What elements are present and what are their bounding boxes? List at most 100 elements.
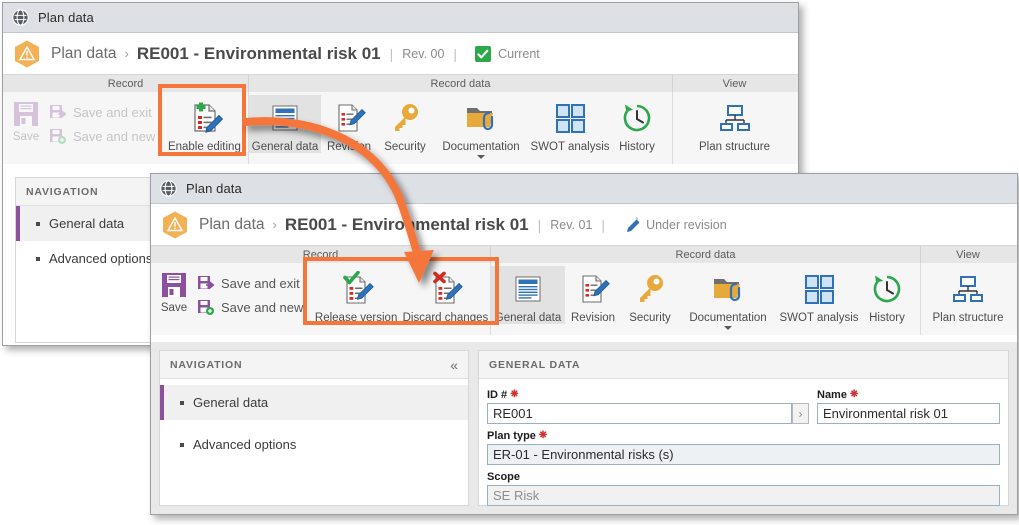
id-input-group: RE001 › bbox=[487, 403, 809, 424]
breadcrumb-separator-back: › bbox=[124, 46, 129, 61]
tab-plan-structure-front[interactable]: Plan structure bbox=[922, 266, 1014, 324]
plan-structure-icon-wrap bbox=[718, 98, 752, 138]
tab-plan-structure-back[interactable]: Plan structure bbox=[688, 95, 782, 153]
plan-type-input[interactable]: ER-01 - Environmental risks (s) bbox=[487, 444, 1000, 465]
tab-revision-label-back: Revision bbox=[326, 141, 372, 153]
sidebar-item-label-front-0: General data bbox=[193, 395, 269, 410]
document-pencil-icon bbox=[582, 275, 610, 303]
ribbon-group-view-front: Plan structure bbox=[921, 263, 1015, 335]
tab-documentation-label-back: Documentation bbox=[442, 141, 520, 153]
save-and-new-label-back: Save and new bbox=[73, 128, 156, 144]
id-label: ID # bbox=[487, 389, 508, 401]
chevron-down-icon[interactable] bbox=[477, 155, 485, 159]
tab-history-label-front: History bbox=[869, 312, 905, 324]
save-button-front[interactable]: Save bbox=[151, 270, 197, 314]
save-label-front: Save bbox=[160, 302, 188, 314]
required-marker-icon: ❋ bbox=[849, 389, 859, 400]
tab-plan-structure-label-back: Plan structure bbox=[699, 141, 770, 153]
sidebar-item-label-back-1: Advanced options bbox=[49, 251, 153, 266]
revision-label-front: Rev. 01 bbox=[550, 217, 593, 232]
tab-security-front[interactable]: Security bbox=[621, 266, 679, 324]
save-and-exit-label-back: Save and exit bbox=[73, 104, 152, 120]
save-button-back: Save bbox=[3, 99, 49, 143]
tab-general-data-back[interactable]: General data bbox=[249, 95, 321, 153]
tab-history-label-back: History bbox=[619, 141, 655, 153]
required-marker-icon: ❋ bbox=[538, 430, 548, 441]
form-row-id-name: ID # ❋ RE001 › Name ❋ Environmental risk… bbox=[487, 389, 1000, 424]
tab-documentation-front[interactable]: Documentation bbox=[679, 266, 777, 330]
discard-changes-label: Discard changes bbox=[402, 312, 489, 324]
four-squares-icon bbox=[556, 104, 585, 133]
name-input[interactable]: Environmental risk 01 bbox=[817, 403, 1000, 424]
org-chart-icon bbox=[719, 105, 750, 131]
general-data-form: ID # ❋ RE001 › Name ❋ Environmental risk… bbox=[479, 379, 1008, 506]
tab-security-back[interactable]: Security bbox=[377, 95, 433, 153]
save-new-icon bbox=[198, 300, 214, 315]
tab-history-back[interactable]: History bbox=[611, 95, 663, 153]
ribbon-group-record-data-front: General data Revision Security Documenta… bbox=[491, 263, 921, 335]
security-icon-wrap bbox=[388, 98, 422, 138]
navigation-header-front: NAVIGATION « bbox=[160, 351, 468, 379]
name-label: Name bbox=[817, 389, 847, 401]
save-and-new-button-front[interactable]: Save and new bbox=[197, 298, 303, 316]
ribbon-group-record-data-back: General data Revision Security Documenta… bbox=[249, 92, 673, 164]
enable-editing-label: Enable editing bbox=[167, 141, 241, 153]
security-icon-wrap bbox=[633, 269, 667, 309]
green-check-icon bbox=[475, 45, 492, 62]
group-header-record-data-front: Record data bbox=[491, 246, 921, 263]
ribbon-group-record-back: Save Save and exit Save and new Enable e… bbox=[3, 92, 249, 164]
discard-changes-button[interactable]: Discard changes bbox=[401, 266, 490, 324]
sidebar-item-advanced-options-front[interactable]: Advanced options bbox=[160, 427, 468, 462]
swot-icon-wrap bbox=[802, 269, 836, 309]
release-version-button[interactable]: Release version bbox=[315, 266, 397, 324]
tab-revision-front[interactable]: Revision bbox=[565, 266, 621, 324]
breadcrumb-pipe-back-2: | bbox=[453, 45, 458, 62]
navigation-title-back: NAVIGATION bbox=[26, 185, 99, 198]
tab-revision-back[interactable]: Revision bbox=[321, 95, 377, 153]
tab-swot-analysis-label-back: SWOT analysis bbox=[530, 141, 610, 153]
breadcrumb-separator-front: › bbox=[272, 217, 277, 232]
save-new-icon bbox=[50, 129, 66, 144]
tab-history-front[interactable]: History bbox=[861, 266, 913, 324]
document-lines-icon bbox=[272, 105, 298, 131]
document-x-pencil-icon bbox=[433, 271, 464, 304]
group-header-record-back: Record bbox=[3, 75, 249, 92]
ribbon-back: Record Record data View Save Save and ex… bbox=[3, 74, 798, 164]
four-squares-icon bbox=[805, 275, 834, 304]
window-back-titlebar: Plan data bbox=[3, 3, 798, 33]
name-label-wrap: Name ❋ bbox=[817, 389, 1000, 401]
id-goto-button[interactable]: › bbox=[792, 403, 809, 424]
ribbon-body-back: Save Save and exit Save and new Enable e… bbox=[3, 92, 798, 164]
document-pencil-icon bbox=[338, 104, 366, 132]
status-label-back: Current bbox=[498, 46, 540, 61]
sidebar-item-general-data-front[interactable]: General data bbox=[160, 385, 468, 420]
tab-swot-analysis-back[interactable]: SWOT analysis bbox=[529, 95, 611, 153]
folder-clip-icon bbox=[714, 279, 741, 302]
collapse-panel-icon[interactable]: « bbox=[450, 358, 458, 372]
ribbon-group-headers-back: Record Record data View bbox=[3, 75, 798, 92]
ribbon-group-headers-front: Record Record data View bbox=[151, 246, 1017, 263]
floppy-save-icon bbox=[14, 102, 38, 126]
org-chart-icon bbox=[953, 276, 983, 302]
tab-swot-analysis-front[interactable]: SWOT analysis bbox=[777, 266, 861, 324]
navigation-title-front: NAVIGATION bbox=[170, 358, 243, 371]
scope-label: Scope bbox=[487, 471, 521, 483]
chevron-down-icon[interactable] bbox=[724, 326, 732, 330]
breadcrumb-pipe-back-1: | bbox=[389, 45, 394, 62]
enable-editing-button[interactable]: Enable editing bbox=[165, 95, 243, 153]
tab-general-data-front[interactable]: General data bbox=[491, 266, 565, 324]
ribbon-front: Record Record data View Save Save and ex… bbox=[151, 245, 1017, 335]
clock-revert-icon bbox=[623, 104, 651, 132]
breadcrumb-app-back[interactable]: Plan data bbox=[51, 45, 117, 63]
tab-swot-analysis-label-front: SWOT analysis bbox=[779, 312, 859, 324]
key-icon bbox=[395, 104, 418, 131]
revision-icon-wrap bbox=[332, 98, 366, 138]
save-and-exit-button-front[interactable]: Save and exit bbox=[197, 274, 303, 292]
breadcrumb-app-front[interactable]: Plan data bbox=[199, 216, 265, 234]
tab-documentation-back[interactable]: Documentation bbox=[433, 95, 529, 159]
general-data-panel: GENERAL DATA ID # ❋ RE001 › Name ❋ Envir… bbox=[478, 350, 1009, 506]
warning-hexagon-icon bbox=[15, 40, 39, 67]
save-exit-icon bbox=[50, 105, 67, 118]
window-front-breadcrumb-bar: Plan data › RE001 - Environmental risk 0… bbox=[151, 204, 1017, 245]
id-input[interactable]: RE001 bbox=[487, 403, 792, 424]
